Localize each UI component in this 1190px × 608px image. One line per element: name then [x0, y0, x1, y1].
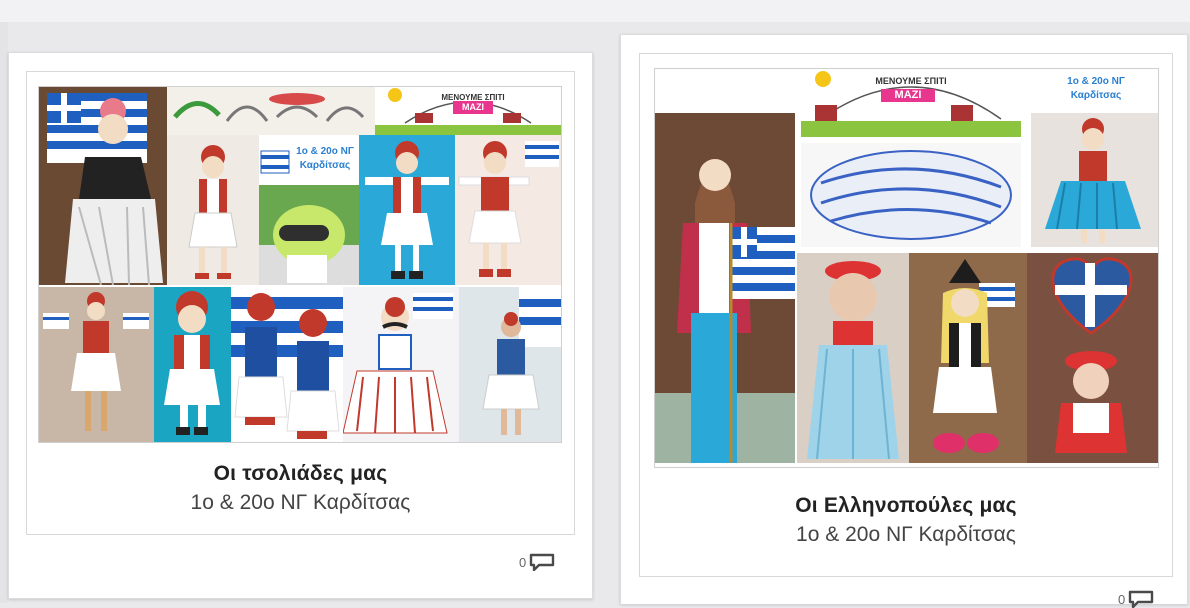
- collage-photo-child-costume: [459, 287, 561, 442]
- speech-bubble-icon: [1129, 590, 1154, 608]
- collage-photo-flag-drawing: [801, 143, 1021, 247]
- collage-photo-paper-tsolias: [167, 135, 259, 285]
- collage-photo-tsolias-pair: [231, 287, 343, 442]
- banner-text-top: ΜΕΝΟΥΜΕ ΣΠΙΤΙ: [875, 76, 947, 86]
- collage-banner-menoume-spiti: ΜΕΝΟΥΜΕ ΣΠΙΤΙ ΜΑΖΙ: [375, 87, 561, 135]
- collage-school-label: 1ο & 20ο ΝΓ Καρδίτσας: [1031, 69, 1158, 113]
- collage-label-line2: Καρδίτσας: [293, 159, 357, 172]
- collage-photo-doll-black-hat: [909, 253, 1027, 463]
- collage-photo-wooden-tsolias: [39, 287, 154, 442]
- post-card-ellinopoules[interactable]: ΜΕΝΟΥΜΕ ΣΠΙΤΙ ΜΑΖΙ 1ο & 20ο ΝΓ Καρδίτσας: [620, 34, 1188, 608]
- post-thumbnail-collage[interactable]: ΜΕΝΟΥΜΕ ΣΠΙΤΙ ΜΑΖΙ 1ο & 20ο ΝΓ Καρδίτσας: [654, 68, 1159, 468]
- comment-count: 0: [519, 554, 527, 570]
- collage-photo-tsolias-flag: [455, 135, 561, 285]
- collage-banner-menoume-spiti: ΜΕΝΟΥΜΕ ΣΠΙΤΙ ΜΑΖΙ: [801, 69, 1021, 137]
- post-thumbnail-collage[interactable]: ΜΕΝΟΥΜΕ ΣΠΙΤΙ ΜΑΖΙ 1ο & 20ο ΝΓ Καρδίτσας: [38, 86, 562, 443]
- post-card-frame: ΜΕΝΟΥΜΕ ΣΠΙΤΙ ΜΑΖΙ 1ο & 20ο ΝΓ Καρδίτσας: [26, 71, 575, 535]
- comment-count: 0: [1118, 591, 1126, 607]
- collage-photo-tsolias-arms: [359, 135, 455, 285]
- post-card-frame: ΜΕΝΟΥΜΕ ΣΠΙΤΙ ΜΑΖΙ 1ο & 20ο ΝΓ Καρδίτσας: [639, 53, 1173, 577]
- collage-photo-doll-blue-dress: [797, 253, 909, 463]
- left-strip: [0, 22, 8, 603]
- comment-counter[interactable]: 0: [1118, 590, 1154, 608]
- collage-photo-heart-and-doll: [1027, 253, 1158, 463]
- collage-photo-drawing-1821: [167, 87, 375, 135]
- collage-photo-green-helmet: [259, 185, 359, 285]
- collage-school-label: 1ο & 20ο ΝΓ Καρδίτσας: [259, 135, 359, 185]
- banner-text-main: ΜΑΖΙ: [453, 101, 493, 114]
- collage-photo-doll-with-flag: [39, 87, 167, 285]
- collage-label-line1: 1ο & 20ο ΝΓ: [1041, 75, 1151, 88]
- post-subtitle: 1ο & 20ο ΝΓ Καρδίτσας: [190, 491, 411, 514]
- collage-label-line1: 1ο & 20ο ΝΓ: [293, 145, 357, 158]
- comment-counter[interactable]: 0: [519, 553, 555, 571]
- collage-photo-blue-tsolias: [154, 287, 231, 442]
- banner-text-main: ΜΑΖΙ: [881, 89, 935, 102]
- speech-bubble-icon: [530, 553, 555, 571]
- post-title[interactable]: Οι Ελληνοπούλες μας: [640, 494, 1172, 518]
- collage-photo-doll-red-cape: [655, 113, 795, 463]
- post-title[interactable]: Οι τσολιάδες μας: [27, 462, 574, 486]
- collage-label-line2: Καρδίτσας: [1041, 89, 1151, 102]
- top-strip: [0, 0, 1190, 22]
- collage-photo-paper-girl-blue-skirt: [1031, 113, 1158, 247]
- post-subtitle: 1ο & 20ο ΝΓ Καρδίτσας: [796, 523, 1016, 546]
- post-card-tsolias[interactable]: ΜΕΝΟΥΜΕ ΣΠΙΤΙ ΜΑΖΙ 1ο & 20ο ΝΓ Καρδίτσας: [8, 52, 593, 599]
- collage-photo-paper-plate-tsolias: [343, 287, 459, 442]
